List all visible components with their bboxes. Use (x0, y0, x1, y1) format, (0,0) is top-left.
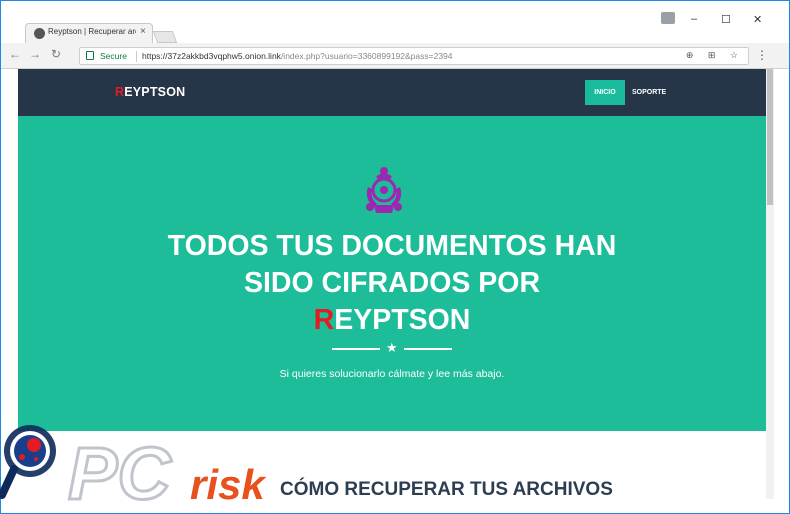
star-icon: ★ (386, 340, 398, 355)
menu-icon[interactable]: ⋮ (756, 48, 768, 62)
watermark-risk: risk (190, 461, 267, 508)
site-logo[interactable]: REYPTSON (115, 85, 185, 99)
scrollbar-thumb[interactable] (767, 69, 773, 205)
tab-title: Reyptson | Recuperar arc (48, 27, 136, 36)
pcrisk-watermark: PC risk (0, 425, 267, 514)
reload-icon[interactable]: ↻ (51, 47, 61, 61)
site-navbar: REYPTSON INICIO SOPORTE (18, 69, 766, 116)
headline-line1: TODOS TUS DOCUMENTOS HAN (167, 230, 617, 262)
hero-headline: TODOS TUS DOCUMENTOS HAN SIDO CIFRADOS P… (98, 228, 686, 339)
bookmark-star-icon[interactable]: ⊕ ⊞ ☆ (686, 50, 744, 61)
lock-icon (86, 51, 94, 60)
address-bar[interactable]: Secure https://37z2akkbd3vqphw5.onion.li… (79, 47, 749, 65)
star-divider: ★ (332, 340, 452, 355)
browser-tab[interactable]: Reyptson | Recuperar arc × (25, 23, 153, 43)
divider-line-left (332, 348, 380, 350)
secure-label: Secure (100, 51, 127, 61)
headline-brand-r: R (313, 304, 335, 336)
biohazard-icon (366, 167, 402, 213)
maximize-button[interactable]: ☐ (721, 13, 731, 26)
nav-inicio[interactable]: INICIO (585, 80, 625, 105)
user-profile-icon[interactable] (661, 12, 675, 24)
logo-rest: EYPTSON (124, 85, 186, 99)
nav-soporte[interactable]: SOPORTE (632, 80, 666, 105)
minimize-button[interactable]: – (691, 13, 697, 25)
hero-subtitle: Si quieres solucionarlo cálmate y lee má… (279, 368, 505, 380)
hero-section: TODOS TUS DOCUMENTOS HAN SIDO CIFRADOS P… (18, 116, 766, 431)
browser-toolbar: ← → ↻ Secure https://37z2akkbd3vqphw5.on… (1, 43, 789, 69)
headline-brand-rest: EYPTSON (334, 304, 471, 336)
url-text[interactable]: https://37z2akkbd3vqphw5.onion.link/inde… (142, 51, 453, 61)
url-path: /index.php?usuario=3360899192&pass=2394 (280, 51, 453, 61)
section-title: CÓMO RECUPERAR TUS ARCHIVOS (280, 479, 613, 499)
forward-icon[interactable]: → (29, 47, 41, 61)
new-tab-button[interactable] (152, 31, 178, 43)
divider-line-right (404, 348, 452, 350)
tab-close-icon[interactable]: × (140, 26, 146, 37)
watermark-pc: PC (68, 432, 172, 514)
url-host: https://37z2akkbd3vqphw5.onion.link (142, 51, 281, 61)
skull-favicon-icon (34, 28, 45, 39)
address-separator (136, 51, 137, 62)
back-icon[interactable]: ← (9, 47, 21, 61)
close-window-button[interactable]: ✕ (753, 13, 762, 26)
headline-line3: REYPTSON (98, 302, 686, 339)
logo-r: R (115, 85, 125, 99)
headline-line2: SIDO CIFRADOS POR (243, 267, 541, 299)
tab-bar: Reyptson | Recuperar arc × – ☐ ✕ (1, 1, 789, 43)
